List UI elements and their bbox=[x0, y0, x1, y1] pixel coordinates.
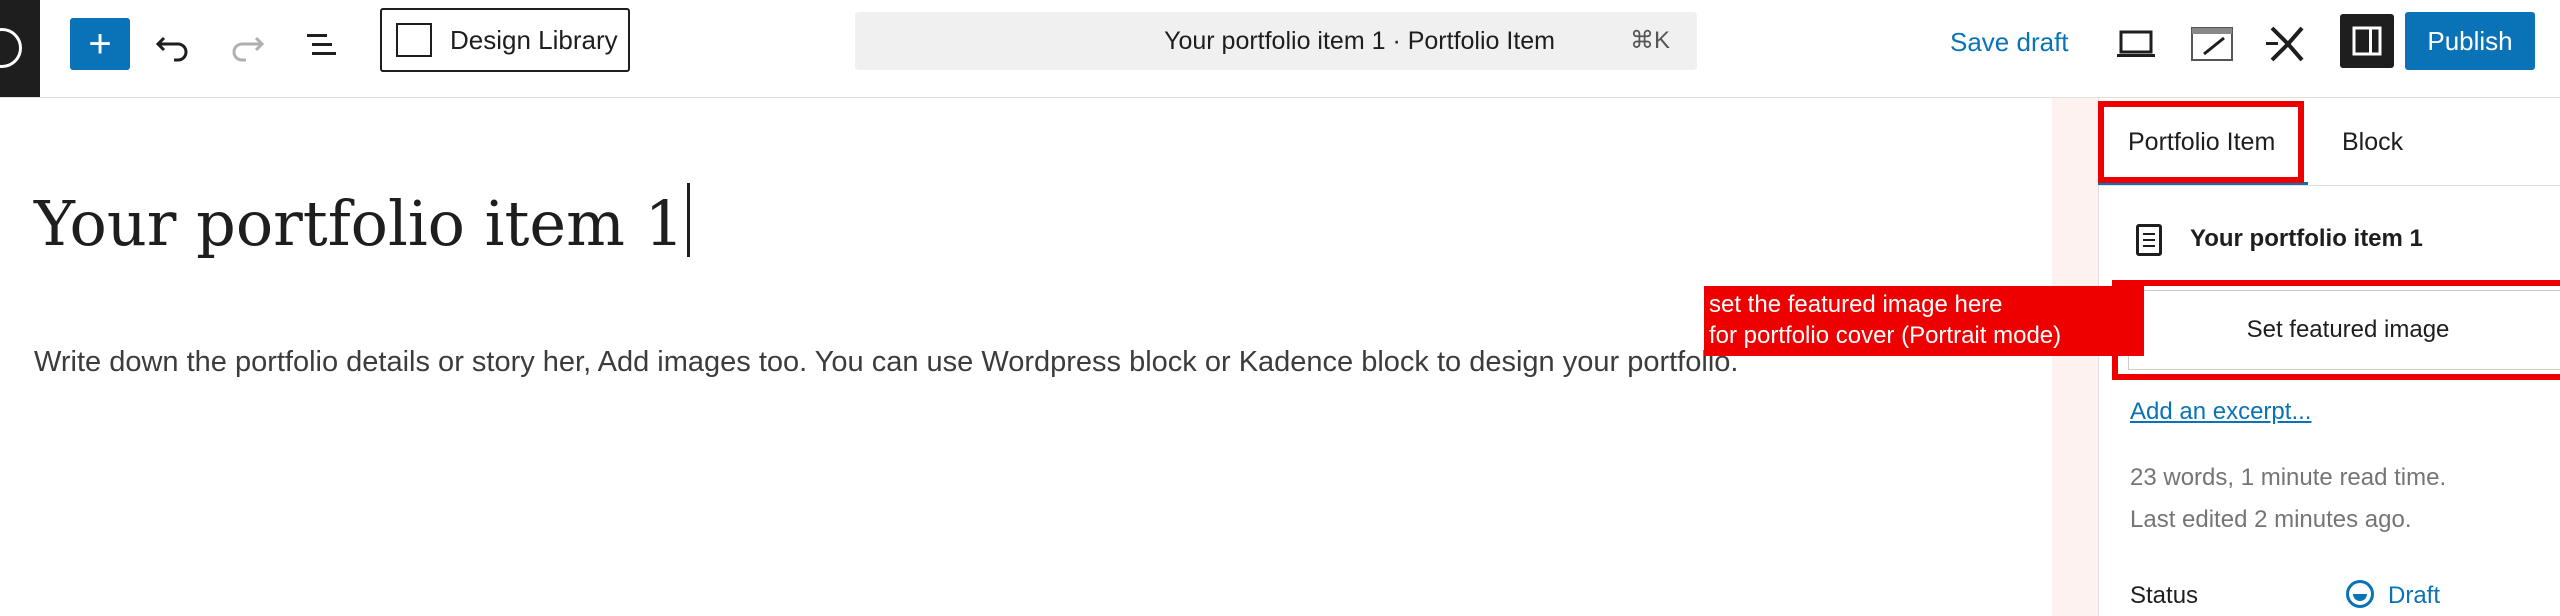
editor-icon[interactable] bbox=[2188, 20, 2236, 68]
status-value-button[interactable]: Draft bbox=[2388, 582, 2440, 610]
post-summary-title: Your portfolio item 1 bbox=[2190, 225, 2423, 252]
tab-block[interactable]: Block bbox=[2342, 100, 2403, 184]
publish-button[interactable]: Publish bbox=[2405, 12, 2535, 70]
annotation-callout: set the featured image here for portfoli… bbox=[1704, 286, 2144, 356]
add-block-button[interactable]: + bbox=[70, 18, 130, 70]
sidebar-gutter bbox=[2052, 98, 2098, 616]
post-title[interactable]: Your portfolio item 1 bbox=[34, 183, 691, 260]
post-content-paragraph[interactable]: Write down the portfolio details or stor… bbox=[34, 346, 1738, 379]
save-draft-button[interactable]: Save draft bbox=[1950, 18, 2069, 66]
design-library-button[interactable]: Design Library bbox=[380, 8, 630, 72]
preview-icon[interactable] bbox=[2112, 20, 2160, 68]
kadence-logo-icon[interactable] bbox=[2262, 20, 2310, 68]
wordpress-icon[interactable] bbox=[0, 0, 40, 97]
document-icon bbox=[2136, 224, 2162, 256]
post-title-text: Your portfolio item 1 bbox=[34, 187, 685, 260]
tabs-divider bbox=[2098, 185, 2560, 186]
last-edited-text: Last edited 2 minutes ago. bbox=[2130, 506, 2412, 533]
draft-status-icon bbox=[2346, 580, 2374, 608]
undo-icon[interactable] bbox=[150, 20, 198, 68]
highlight-featured-box bbox=[2112, 280, 2560, 380]
command-title: Your portfolio item 1 · Portfolio Item bbox=[1164, 27, 1555, 55]
annotation-line-2: for portfolio cover (Portrait mode) bbox=[1709, 322, 2062, 349]
annotation-line-1: set the featured image here bbox=[1709, 291, 2003, 318]
redo-icon[interactable] bbox=[222, 20, 270, 68]
sidebar-toggle-icon[interactable] bbox=[2340, 14, 2394, 68]
highlight-tab-box bbox=[2098, 101, 2304, 183]
add-excerpt-link[interactable]: Add an excerpt... bbox=[2130, 398, 2311, 426]
read-time-text: 23 words, 1 minute read time. bbox=[2130, 464, 2447, 491]
command-shortcut: ⌘K bbox=[1629, 27, 1670, 54]
status-label: Status bbox=[2130, 582, 2199, 609]
design-library-label: Design Library bbox=[450, 25, 618, 55]
text-caret bbox=[687, 183, 691, 257]
command-palette-bar[interactable]: Your portfolio item 1 · Portfolio Item ⌘… bbox=[855, 12, 1697, 70]
list-view-icon[interactable] bbox=[298, 20, 346, 68]
kadence-icon bbox=[396, 23, 432, 57]
